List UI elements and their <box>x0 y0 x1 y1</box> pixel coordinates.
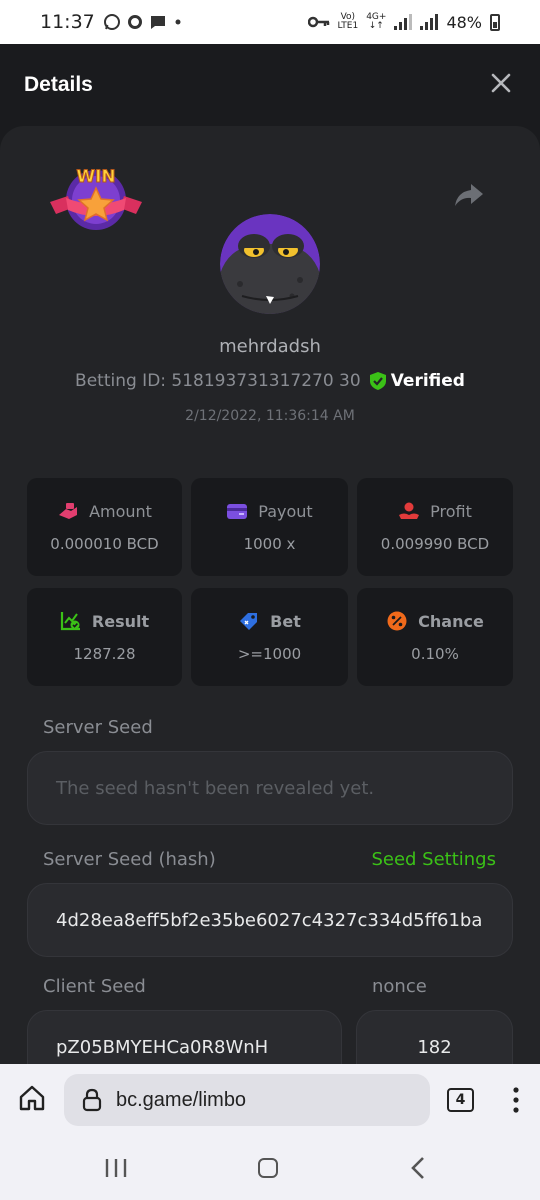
page-title: Details <box>24 73 93 96</box>
message-icon <box>150 16 165 29</box>
server-seed-field[interactable]: The seed hasn't been revealed yet. <box>27 751 513 825</box>
vpn-key-icon <box>307 16 329 28</box>
client-seed-label: Client Seed <box>43 976 146 997</box>
profit-card: Profit 0.009990 BCD <box>357 478 513 576</box>
payout-value: 1000 x <box>243 535 296 553</box>
money-hand-icon <box>59 503 78 519</box>
amount-card: Amount 0.000010 BCD <box>27 478 182 576</box>
browser-toolbar: bc.game/limbo 4 <box>0 1064 540 1136</box>
bet-details-panel: WIN mehrdadsh Betting ID: 51819373131727… <box>0 126 540 1084</box>
seed-settings-link[interactable]: Seed Settings <box>371 849 496 870</box>
username: mehrdadsh <box>219 336 321 357</box>
nonce-label: nonce <box>372 976 427 997</box>
url-bar[interactable]: bc.game/limbo <box>64 1074 430 1126</box>
amount-value: 0.000010 BCD <box>50 535 159 553</box>
bet-value: >=1000 <box>237 645 302 663</box>
result-card: Result 1287.28 <box>27 588 182 686</box>
betting-id-row: Betting ID: 518193731317270 30 Verified <box>0 371 540 391</box>
payout-card: Payout 1000 x <box>191 478 348 576</box>
url-text: bc.game/limbo <box>116 1088 247 1111</box>
back-icon[interactable] <box>410 1156 426 1180</box>
status-time: 11:37 <box>40 11 95 33</box>
wallet-icon <box>227 504 248 519</box>
result-value: 1287.28 <box>73 645 136 663</box>
system-nav-bar <box>0 1136 540 1200</box>
bet-datetime: 2/12/2022, 11:36:14 AM <box>185 408 355 424</box>
bet-card: Bet >=1000 <box>191 588 348 686</box>
status-bar: 11:37 Vo) LTE1 4G+ ↓↑ 48% <box>0 0 540 44</box>
chance-value: 0.10% <box>411 645 459 663</box>
whatsapp-icon <box>103 14 120 30</box>
profit-label: Profit <box>430 501 472 521</box>
recent-apps-icon[interactable] <box>104 1158 128 1178</box>
battery-icon <box>490 13 500 31</box>
win-badge-icon: WIN <box>50 167 142 230</box>
verified-label: Verified <box>390 371 465 391</box>
verified-shield-icon <box>369 372 386 390</box>
profit-value: 0.009990 BCD <box>380 535 490 553</box>
nav-home-button[interactable] <box>258 1158 278 1178</box>
chance-card: Chance 0.10% <box>357 588 513 686</box>
stats-grid: Amount 0.000010 BCD Payout 1000 x Profit… <box>27 478 513 686</box>
verified-badge: Verified <box>369 371 465 391</box>
signal-icon <box>394 14 413 30</box>
server-seed-hash-label: Server Seed (hash) <box>43 849 216 870</box>
server-seed-label: Server Seed <box>43 717 153 738</box>
percent-icon <box>387 611 407 631</box>
payout-label: Payout <box>258 501 313 521</box>
amount-label: Amount <box>89 501 152 521</box>
result-label: Result <box>91 611 150 631</box>
battery-percent: 48% <box>446 12 482 32</box>
chart-check-icon <box>60 612 80 631</box>
share-icon[interactable] <box>454 182 484 208</box>
betting-id: Betting ID: 518193731317270 30 <box>75 371 361 391</box>
bet-label: Bet <box>270 611 301 631</box>
circle-app-icon <box>127 15 142 29</box>
status-notification-icons <box>103 13 183 31</box>
svg-text:WIN: WIN <box>76 167 115 187</box>
tab-switcher-button[interactable]: 4 <box>447 1088 474 1112</box>
status-system-icons: Vo) LTE1 4G+ ↓↑ 48% <box>307 12 500 32</box>
chance-label: Chance <box>418 611 484 631</box>
more-options-icon[interactable] <box>508 1086 524 1114</box>
close-icon[interactable] <box>490 72 512 94</box>
tag-icon <box>240 613 258 630</box>
details-header: Details <box>0 44 540 126</box>
volte-indicator: Vo) LTE1 <box>337 12 359 31</box>
network-gen-indicator: 4G+ ↓↑ <box>366 12 387 31</box>
signal-2-icon <box>420 14 439 30</box>
server-seed-hash-field[interactable]: 4d28ea8eff5bf2e35be6027c4327c334d5ff61ba <box>27 883 513 957</box>
home-icon[interactable] <box>18 1084 46 1112</box>
profit-hand-icon <box>399 502 420 519</box>
lock-icon[interactable] <box>82 1088 102 1112</box>
avatar <box>220 214 320 314</box>
dot-icon <box>175 19 181 25</box>
